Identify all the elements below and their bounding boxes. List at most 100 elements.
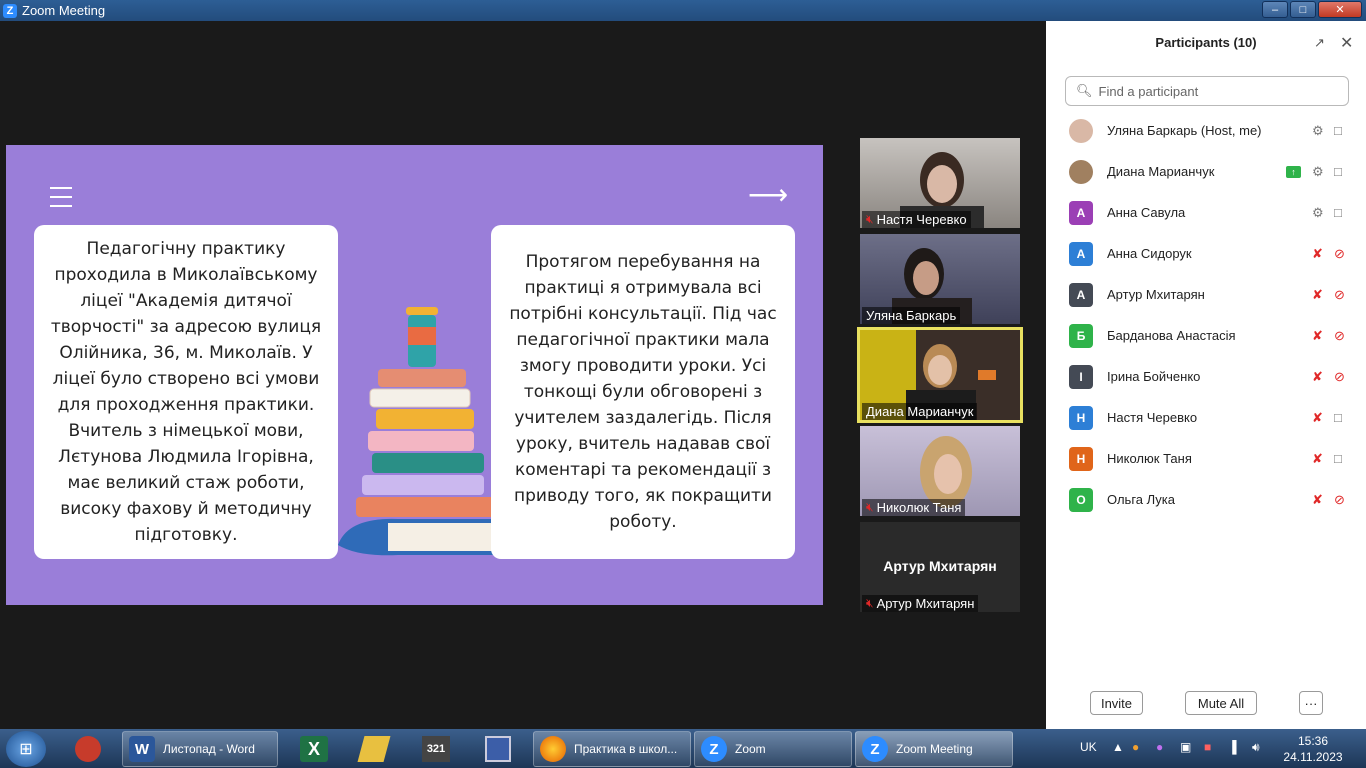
slide-right-card: Протягом перебування на практиці я отрим… bbox=[491, 225, 795, 559]
participant-name: Настя Черевко bbox=[1107, 410, 1198, 425]
pinned-app-icon[interactable] bbox=[64, 732, 112, 766]
video-tile-big-name: Артур Мхитарян bbox=[883, 558, 997, 574]
clock-time: 15:36 bbox=[1297, 734, 1329, 748]
camera-icon[interactable]: □ bbox=[1334, 205, 1342, 220]
close-panel-icon[interactable]: ✕ bbox=[1340, 33, 1356, 52]
maximize-button[interactable]: □ bbox=[1290, 1, 1316, 18]
participant-row[interactable]: І Ірина Бойченко ✘ ⊘ bbox=[1046, 356, 1366, 397]
clock-date: 24.11.2023 bbox=[1283, 750, 1343, 764]
arrow-right-icon: ⟶ bbox=[748, 179, 789, 210]
participant-row[interactable]: Б Барданова Анастасія ✘ ⊘ bbox=[1046, 315, 1366, 356]
tray-app-icon[interactable]: ● bbox=[1132, 740, 1139, 754]
language-indicator[interactable]: UK bbox=[1080, 740, 1097, 754]
mic-muted-icon[interactable]: ✘ bbox=[1312, 369, 1323, 385]
search-icon: 🔍︎ bbox=[1076, 83, 1093, 98]
participant-row[interactable]: О Ольга Лука ✘ ⊘ bbox=[1046, 479, 1366, 520]
video-tile[interactable]: Уляна Баркарь bbox=[860, 234, 1020, 324]
avatar: Б bbox=[1069, 323, 1093, 348]
avatar: О bbox=[1069, 487, 1093, 512]
video-tile[interactable]: 🔇︎ Настя Черевко bbox=[860, 138, 1020, 228]
more-options-button[interactable]: ··· bbox=[1299, 691, 1323, 715]
zoom-icon: Z bbox=[701, 736, 727, 762]
network-icon[interactable]: ▐ bbox=[1228, 740, 1237, 754]
popout-icon[interactable]: ↗ bbox=[1314, 35, 1330, 51]
video-tile-name: 🔇︎ Николюк Таня bbox=[862, 499, 966, 516]
mic-muted-icon[interactable]: ✘ bbox=[1312, 451, 1323, 467]
mic-muted-icon[interactable]: ✘ bbox=[1312, 246, 1323, 262]
participant-row[interactable]: A Анна Савула ⚙ □ bbox=[1046, 192, 1366, 233]
video-tile-name: 🔇︎ Настя Черевко bbox=[862, 211, 971, 228]
avatar: A bbox=[1069, 282, 1093, 307]
mic-icon[interactable]: ⚙ bbox=[1312, 205, 1324, 221]
slide-left-card: Педагогічну практику проходила в Миколаї… bbox=[34, 225, 338, 559]
mic-muted-icon: 🔇︎ bbox=[866, 212, 874, 226]
camera-off-icon[interactable]: ⊘ bbox=[1334, 287, 1345, 303]
mic-muted-icon[interactable]: ✘ bbox=[1312, 410, 1323, 426]
avatar bbox=[1069, 159, 1093, 184]
participant-row[interactable]: Уляна Баркарь (Host, me) ⚙ □ bbox=[1046, 110, 1366, 151]
start-button[interactable]: ⊞ bbox=[6, 731, 46, 767]
participant-name: Барданова Анастасія bbox=[1107, 328, 1236, 343]
participant-name: Ольга Лука bbox=[1107, 492, 1176, 507]
media-player-icon[interactable]: 321 bbox=[412, 732, 460, 766]
excel-icon[interactable]: X bbox=[290, 732, 338, 766]
video-tile[interactable]: Артур Мхитарян 🔇︎ Артур Мхитарян bbox=[860, 522, 1020, 612]
mute-all-button[interactable]: Mute All bbox=[1185, 691, 1257, 715]
camera-icon[interactable]: □ bbox=[1334, 410, 1342, 425]
participant-row[interactable]: A Артур Мхитарян ✘ ⊘ bbox=[1046, 274, 1366, 315]
tray-app-icon[interactable]: ■ bbox=[1204, 740, 1211, 754]
participant-name: Николюк Таня bbox=[1107, 451, 1192, 466]
books-illustration bbox=[338, 307, 506, 556]
taskbar: ⊞ W Листопад - Word X 321 Практика в шко… bbox=[0, 729, 1366, 768]
participant-row[interactable]: A Анна Сидорук ✘ ⊘ bbox=[1046, 233, 1366, 274]
taskbar-task-zoom-meeting[interactable]: Z Zoom Meeting bbox=[855, 731, 1013, 767]
tray-app-icon[interactable]: ● bbox=[1156, 740, 1163, 754]
camera-icon[interactable]: □ bbox=[1334, 451, 1342, 466]
participant-row[interactable]: Н Николюк Таня ✘ □ bbox=[1046, 438, 1366, 479]
save-disk-icon[interactable] bbox=[474, 732, 522, 766]
video-tile[interactable]: 🔇︎ Николюк Таня bbox=[860, 426, 1020, 516]
taskbar-task-zoom[interactable]: Z Zoom bbox=[694, 731, 852, 767]
mic-muted-icon[interactable]: ✘ bbox=[1312, 328, 1323, 344]
firefox-icon bbox=[540, 736, 566, 762]
tray-app-icon[interactable]: ▣ bbox=[1180, 740, 1191, 754]
participant-name: Ірина Бойченко bbox=[1107, 369, 1201, 384]
mic-muted-icon[interactable]: ✘ bbox=[1312, 492, 1323, 508]
video-tile-active[interactable]: Диана Марианчук bbox=[857, 327, 1023, 423]
participant-row[interactable]: Н Настя Черевко ✘ □ bbox=[1046, 397, 1366, 438]
participant-name: Диана Марианчук bbox=[1107, 164, 1215, 179]
participant-name: Анна Савула bbox=[1107, 205, 1186, 220]
avatar: A bbox=[1069, 200, 1093, 225]
taskbar-task-firefox[interactable]: Практика в школ... bbox=[533, 731, 691, 767]
participant-name: Анна Сидорук bbox=[1107, 246, 1192, 261]
video-tile-name: Уляна Баркарь bbox=[862, 307, 961, 324]
camera-icon[interactable]: □ bbox=[1334, 123, 1342, 138]
tray-expand-icon[interactable]: ▲ bbox=[1112, 740, 1124, 754]
camera-icon[interactable]: □ bbox=[1334, 164, 1342, 179]
slide-left-text: Педагогічну практику проходила в Миколаї… bbox=[50, 239, 322, 545]
mic-icon[interactable]: ⚙ bbox=[1312, 123, 1324, 139]
mic-muted-icon[interactable]: ✘ bbox=[1312, 287, 1323, 303]
participant-row[interactable]: Диана Марианчук ↑ ⚙ □ bbox=[1046, 151, 1366, 192]
volume-icon[interactable]: 🔊︎ bbox=[1252, 740, 1260, 755]
camera-off-icon[interactable]: ⊘ bbox=[1334, 246, 1345, 262]
participant-name: Артур Мхитарян bbox=[1107, 287, 1205, 302]
pinned-app-icon[interactable] bbox=[350, 732, 398, 766]
camera-off-icon[interactable]: ⊘ bbox=[1334, 369, 1345, 385]
menu-icon bbox=[50, 187, 72, 207]
camera-off-icon[interactable]: ⊘ bbox=[1334, 328, 1345, 344]
close-window-button[interactable]: ✕ bbox=[1318, 1, 1362, 18]
mic-icon[interactable]: ⚙ bbox=[1312, 164, 1324, 180]
video-tile-name: Диана Марианчук bbox=[862, 403, 978, 420]
camera-off-icon[interactable]: ⊘ bbox=[1334, 492, 1345, 508]
mic-muted-icon: 🔇︎ bbox=[866, 500, 874, 514]
zoom-icon: Z bbox=[862, 736, 888, 762]
mic-muted-icon: 🔇︎ bbox=[866, 596, 874, 610]
meeting-stage: ⟶ Педагогічну практику проходила в Микол… bbox=[0, 21, 1046, 729]
clock[interactable]: 15:36 24.11.2023 bbox=[1283, 733, 1343, 765]
participant-search-input[interactable]: 🔍︎ Find a participant bbox=[1065, 76, 1349, 106]
word-icon: W bbox=[129, 736, 155, 762]
taskbar-task-word[interactable]: W Листопад - Word bbox=[122, 731, 278, 767]
invite-button[interactable]: Invite bbox=[1090, 691, 1143, 715]
minimize-button[interactable]: – bbox=[1262, 1, 1288, 18]
